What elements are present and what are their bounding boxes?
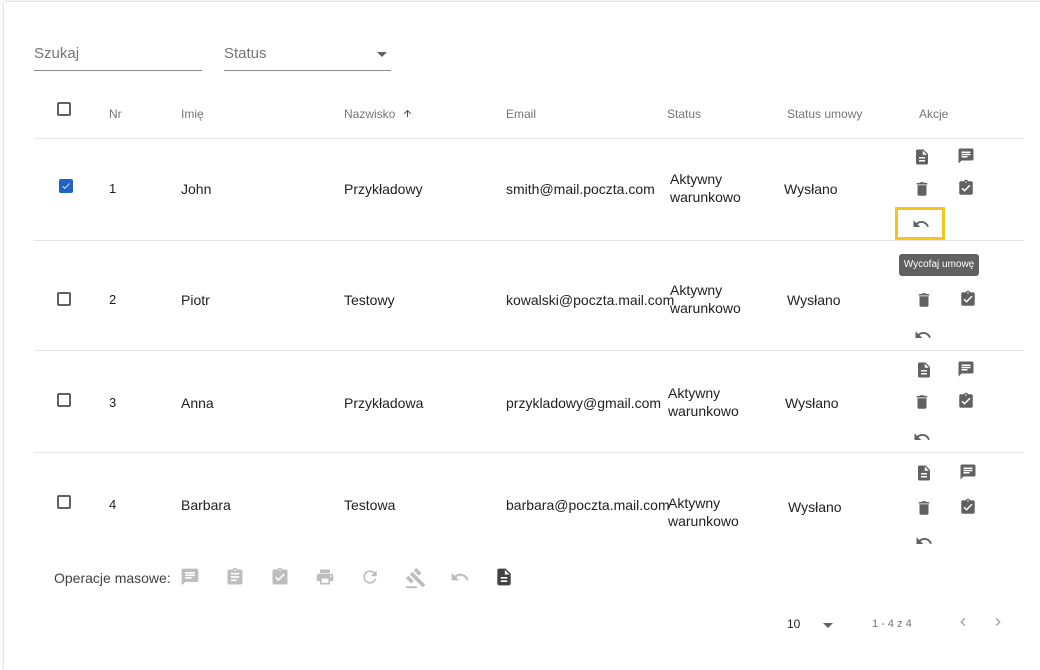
- row-divider: [34, 452, 1024, 453]
- clipboard-check-icon[interactable]: [957, 179, 975, 197]
- cell-last-name: Testowa: [344, 497, 396, 513]
- bulk-operations-label: Operacje masowe:: [54, 570, 171, 586]
- delete-icon[interactable]: [913, 393, 931, 411]
- next-page-button[interactable]: [990, 612, 1006, 635]
- search-input[interactable]: Szukaj: [34, 42, 202, 71]
- delete-icon[interactable]: [915, 499, 933, 517]
- document-icon[interactable]: [913, 148, 931, 166]
- arrow-up-icon: [403, 109, 411, 118]
- status-line1: Aktywny: [668, 495, 721, 511]
- row-checkbox[interactable]: [59, 179, 73, 193]
- print-icon[interactable]: [315, 567, 335, 587]
- cell-status: Aktywny warunkowo: [670, 281, 741, 317]
- cell-first-name: John: [181, 181, 212, 197]
- gavel-icon[interactable]: [405, 567, 426, 589]
- clipboard-check-icon[interactable]: [270, 567, 290, 587]
- undo-icon[interactable]: [913, 326, 931, 344]
- comment-icon[interactable]: [957, 147, 975, 165]
- cell-last-name: Testowy: [344, 292, 395, 308]
- cell-email: kowalski@poczta.mail.com: [506, 292, 675, 308]
- header-status[interactable]: Status: [667, 107, 701, 121]
- chevron-right-icon: [995, 618, 1001, 626]
- page-range: 1 - 4 z 4: [872, 618, 912, 630]
- clipboard-check-icon[interactable]: [959, 498, 977, 516]
- undo-icon[interactable]: [449, 567, 469, 587]
- chevron-left-icon: [960, 618, 966, 626]
- header-contract-status[interactable]: Status umowy: [787, 107, 862, 121]
- header-first-name[interactable]: Imię: [181, 107, 204, 121]
- document-icon[interactable]: [494, 567, 514, 587]
- cell-status: Aktywny warunkowo: [668, 494, 739, 530]
- refresh-icon[interactable]: [360, 567, 380, 587]
- cell-nr: 4: [109, 497, 117, 512]
- cell-contract-status: Wysłano: [784, 181, 838, 197]
- comment-icon[interactable]: [959, 463, 977, 481]
- header-email[interactable]: Email: [506, 107, 536, 121]
- cell-nr: 3: [109, 395, 117, 410]
- cell-contract-status: Wysłano: [785, 395, 839, 411]
- page-size-value: 10: [787, 617, 801, 631]
- document-icon[interactable]: [915, 464, 933, 482]
- clipboard-check-icon[interactable]: [959, 290, 977, 308]
- status-line2: warunkowo: [668, 403, 739, 419]
- clipboard-icon[interactable]: [225, 567, 245, 587]
- header-last-name-label: Nazwisko: [344, 107, 396, 121]
- undo-icon[interactable]: [914, 532, 932, 550]
- delete-icon[interactable]: [915, 291, 933, 309]
- header-last-name[interactable]: Nazwisko: [344, 107, 413, 121]
- cell-email: przykladowy@gmail.com: [506, 395, 662, 411]
- cell-status: Aktywny warunkowo: [668, 384, 739, 420]
- undo-icon[interactable]: [912, 428, 930, 446]
- chevron-down-icon: [823, 623, 833, 628]
- row-checkbox[interactable]: [57, 393, 71, 407]
- row-divider: [34, 138, 1024, 139]
- cell-last-name: Przykładowa: [344, 395, 424, 411]
- status-line2: warunkowo: [670, 300, 741, 316]
- row-checkbox[interactable]: [57, 292, 71, 306]
- cell-first-name: Barbara: [181, 497, 231, 513]
- comment-icon[interactable]: [957, 360, 975, 378]
- cell-last-name: Przykładowy: [344, 181, 423, 197]
- comment-icon[interactable]: [180, 567, 200, 587]
- status-filter-label: Status: [224, 45, 267, 62]
- cell-status: Aktywny warunkowo: [670, 170, 741, 206]
- row-divider: [34, 240, 1024, 241]
- chevron-down-icon: [377, 52, 387, 57]
- page-size-select[interactable]: 10: [787, 617, 837, 633]
- status-line2: warunkowo: [670, 189, 741, 205]
- cell-nr: 2: [109, 292, 117, 307]
- cell-email: barbara@poczta.mail.com: [506, 497, 670, 513]
- check-icon: [62, 183, 70, 189]
- status-line1: Aktywny: [668, 385, 721, 401]
- tooltip: Wycofaj umowę: [899, 254, 979, 276]
- document-icon[interactable]: [915, 361, 933, 379]
- header-actions: Akcje: [919, 107, 949, 121]
- search-placeholder: Szukaj: [34, 45, 80, 62]
- previous-page-button[interactable]: [955, 612, 971, 635]
- status-line2: warunkowo: [668, 513, 739, 529]
- status-filter-select[interactable]: Status: [224, 42, 391, 71]
- cell-contract-status: Wysłano: [787, 292, 841, 308]
- delete-icon[interactable]: [913, 180, 931, 198]
- status-line1: Aktywny: [670, 171, 723, 187]
- cell-first-name: Anna: [181, 395, 214, 411]
- highlighted-undo-button[interactable]: [895, 207, 945, 240]
- cell-email: smith@mail.poczta.com: [506, 181, 655, 197]
- cell-contract-status: Wysłano: [788, 499, 842, 515]
- cell-first-name: Piotr: [181, 292, 210, 308]
- cell-nr: 1: [109, 181, 117, 196]
- clipboard-check-icon[interactable]: [957, 392, 975, 410]
- header-nr[interactable]: Nr: [109, 107, 122, 121]
- select-all-checkbox[interactable]: [57, 102, 71, 116]
- row-divider: [34, 350, 1024, 351]
- status-line1: Aktywny: [670, 282, 723, 298]
- row-checkbox[interactable]: [57, 495, 71, 509]
